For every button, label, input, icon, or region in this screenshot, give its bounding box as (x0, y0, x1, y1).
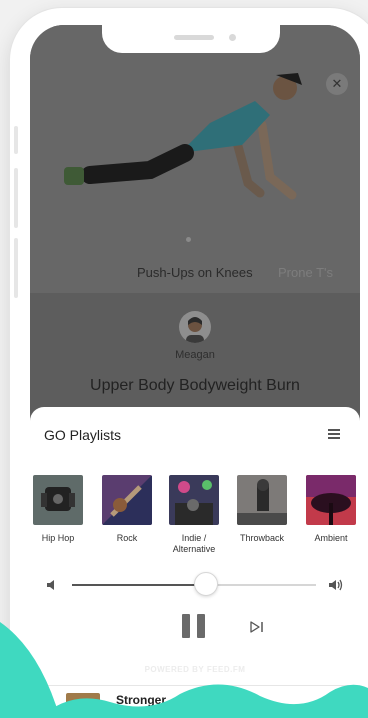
workout-title: Upper Body Bodyweight Burn (90, 377, 300, 394)
playlist-cover (102, 475, 152, 525)
playlist-hip-hop[interactable]: Hip Hop (32, 475, 84, 544)
menu-icon[interactable] (328, 429, 340, 439)
playlist-cover (33, 475, 83, 525)
now-playing-title: Stronger - Stronger (116, 693, 227, 707)
trainer-name: Meagan (175, 349, 215, 361)
playlist-label: Rock (116, 533, 138, 543)
playlist-cover (237, 475, 287, 525)
app-screen: ✕ Push-Ups on Knees Prone T's Meagan Upp… (30, 25, 360, 718)
phone-notch (102, 25, 280, 53)
playlist-cover (169, 475, 219, 525)
playlist-throwback[interactable]: Throwback (236, 475, 288, 544)
close-icon[interactable]: ✕ (326, 73, 348, 95)
playlist-label: Hip Hop (41, 533, 75, 543)
now-playing-artwork (66, 693, 100, 718)
pause-bar (197, 614, 205, 638)
volume-knob[interactable] (194, 572, 219, 596)
now-playing-artist: Kanye West (116, 709, 165, 718)
exercise-video[interactable]: ✕ Push-Ups on Knees Prone T's (30, 25, 360, 293)
phone-side-button (14, 238, 18, 298)
playlists-title: GO Playlists (44, 427, 122, 443)
stage: ✕ Push-Ups on Knees Prone T's Meagan Upp… (0, 0, 368, 718)
exercise-illustration (64, 73, 302, 200)
workout-info: Meagan Upper Body Bodyweight Burn (30, 293, 360, 413)
phone-side-button (14, 168, 18, 228)
divider (30, 685, 360, 686)
playlist-label: Throwback (239, 533, 284, 543)
playlist-ambient[interactable]: Ambient (305, 475, 357, 544)
volume-high-icon (329, 579, 343, 591)
avatar-image (186, 317, 204, 343)
trainer-avatar (179, 311, 211, 343)
current-exercise-label[interactable]: Push-Ups on Knees (137, 265, 253, 280)
music-sheet: GO Playlists Hip Hop Rock Indie / Altern… (30, 407, 360, 718)
next-exercise-label[interactable]: Prone T's (278, 265, 333, 280)
speaker (174, 35, 214, 40)
playlist-cover (306, 475, 356, 525)
pause-button[interactable] (182, 614, 206, 638)
volume-fill (72, 584, 207, 586)
volume-low-icon (47, 580, 54, 590)
camera (229, 34, 236, 41)
skip-next-icon[interactable] (250, 621, 264, 633)
playlist-indie-alternative[interactable]: Indie / Alternative (168, 475, 220, 555)
chevron-down-icon[interactable] (38, 697, 52, 707)
playlist-label: Ambient (314, 533, 348, 543)
playlist-label: Indie / Alternative (172, 533, 216, 554)
playlist-rock[interactable]: Rock (101, 475, 153, 544)
carousel-dot (186, 237, 191, 242)
powered-by-label: POWERED BY FEED.FM (144, 665, 246, 674)
phone-side-button (14, 126, 18, 154)
pause-bar (182, 614, 190, 638)
